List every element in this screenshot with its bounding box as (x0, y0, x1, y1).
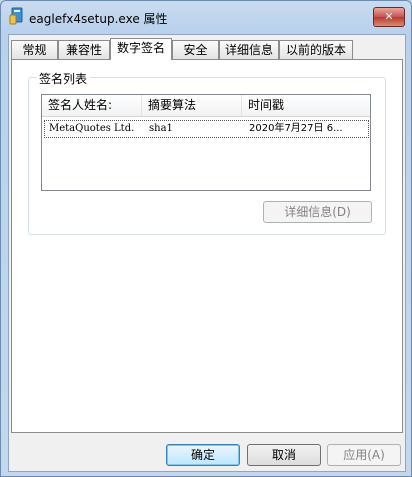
file-properties-icon (9, 7, 23, 25)
tab-general[interactable]: 常规 (11, 40, 58, 59)
ok-button[interactable]: 确定 (166, 444, 240, 466)
close-button[interactable]: ✕ (373, 7, 405, 27)
signature-listview[interactable]: 签名人姓名: 摘要算法 时间戳 MetaQuotes Ltd. sha1 202… (41, 94, 371, 191)
table-row[interactable]: MetaQuotes Ltd. sha1 2020年7月27日 6... (44, 120, 369, 138)
listview-header: 签名人姓名: 摘要算法 时间戳 (42, 95, 370, 117)
close-icon: ✕ (384, 10, 394, 23)
signature-list-label: 签名列表 (36, 70, 91, 87)
window-title: eaglefx4setup.exe 属性 (29, 12, 168, 26)
cancel-button[interactable]: 取消 (247, 444, 321, 466)
tab-digital-signatures[interactable]: 数字签名 (110, 38, 172, 60)
column-signer-name[interactable]: 签名人姓名: (42, 95, 142, 116)
details-button[interactable]: 详细信息(D) (263, 201, 372, 223)
tab-security[interactable]: 安全 (172, 40, 219, 59)
signer-name-cell: MetaQuotes Ltd. (49, 123, 135, 134)
title-bar[interactable]: eaglefx4setup.exe 属性 ✕ (1, 1, 411, 33)
tab-compatibility[interactable]: 兼容性 (58, 40, 110, 59)
tab-details[interactable]: 详细信息 (219, 40, 279, 59)
algorithm-cell: sha1 (149, 123, 173, 134)
apply-button[interactable]: 应用(A) (327, 444, 401, 466)
tab-previous-versions[interactable]: 以前的版本 (279, 40, 353, 59)
timestamp-cell: 2020年7月27日 6... (249, 123, 343, 134)
dialog-client: 常规 兼容性 数字签名 安全 详细信息 以前的版本 签名列表 签名人姓名: 摘要… (8, 34, 406, 472)
properties-window: eaglefx4setup.exe 属性 ✕ 常规 兼容性 数字签名 安全 详细… (0, 0, 412, 477)
column-digest-algorithm[interactable]: 摘要算法 (142, 95, 242, 116)
column-timestamp[interactable]: 时间戳 (242, 95, 370, 116)
tab-panel-digital-signatures: 签名列表 签名人姓名: 摘要算法 时间戳 MetaQuotes Ltd. sha… (11, 59, 403, 433)
